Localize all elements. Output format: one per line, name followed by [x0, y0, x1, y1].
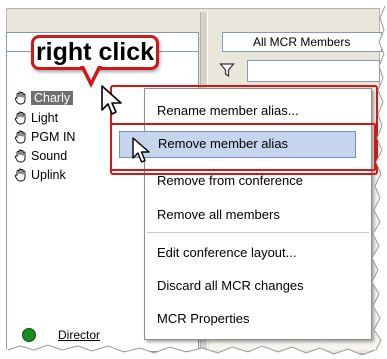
- member-label: Charly: [31, 91, 74, 105]
- director-label: Director: [58, 328, 101, 342]
- list-item-member[interactable]: Charly: [14, 88, 74, 108]
- menu-item-mcr-properties[interactable]: MCR Properties: [157, 311, 249, 326]
- member-label: Sound: [31, 149, 68, 163]
- member-label: PGM IN: [31, 130, 76, 144]
- right-click-callout: right click: [31, 35, 159, 70]
- filter-input[interactable]: [247, 60, 380, 82]
- hand-icon: [14, 149, 28, 163]
- list-item-member[interactable]: Uplink: [14, 165, 66, 185]
- member-label: Light: [31, 111, 59, 125]
- list-item-member[interactable]: PGM IN: [14, 127, 75, 147]
- menu-item-discard-mcr-changes[interactable]: Discard all MCR changes: [157, 278, 304, 293]
- list-item-member[interactable]: Light: [14, 108, 58, 128]
- menu-item-edit-conference-layout[interactable]: Edit conference layout...: [157, 245, 296, 260]
- callout-pointer-fill: [84, 66, 98, 80]
- mcr-members-dropdown[interactable]: All MCR Members: [222, 32, 382, 52]
- list-item-director[interactable]: Director: [22, 328, 100, 342]
- hand-icon: [14, 168, 28, 182]
- hand-icon: [14, 91, 28, 105]
- filter-icon[interactable]: [219, 62, 235, 78]
- filter-row: [209, 60, 380, 84]
- hand-icon: [14, 130, 28, 144]
- mouse-cursor-icon: [132, 137, 150, 163]
- list-item-member[interactable]: Sound: [14, 146, 67, 166]
- hand-icon: [14, 111, 28, 125]
- menu-item-remove-all-members[interactable]: Remove all members: [157, 207, 280, 222]
- mouse-cursor-icon: [101, 85, 122, 115]
- status-dot-icon: [22, 328, 36, 342]
- menu-separator: [147, 232, 369, 233]
- screenshot-canvas: Charly Light PGM IN Sound Uplink All MCR…: [0, 0, 387, 359]
- menu-item-remove-from-conference[interactable]: Remove from conference: [157, 173, 303, 188]
- member-label: Uplink: [31, 168, 66, 182]
